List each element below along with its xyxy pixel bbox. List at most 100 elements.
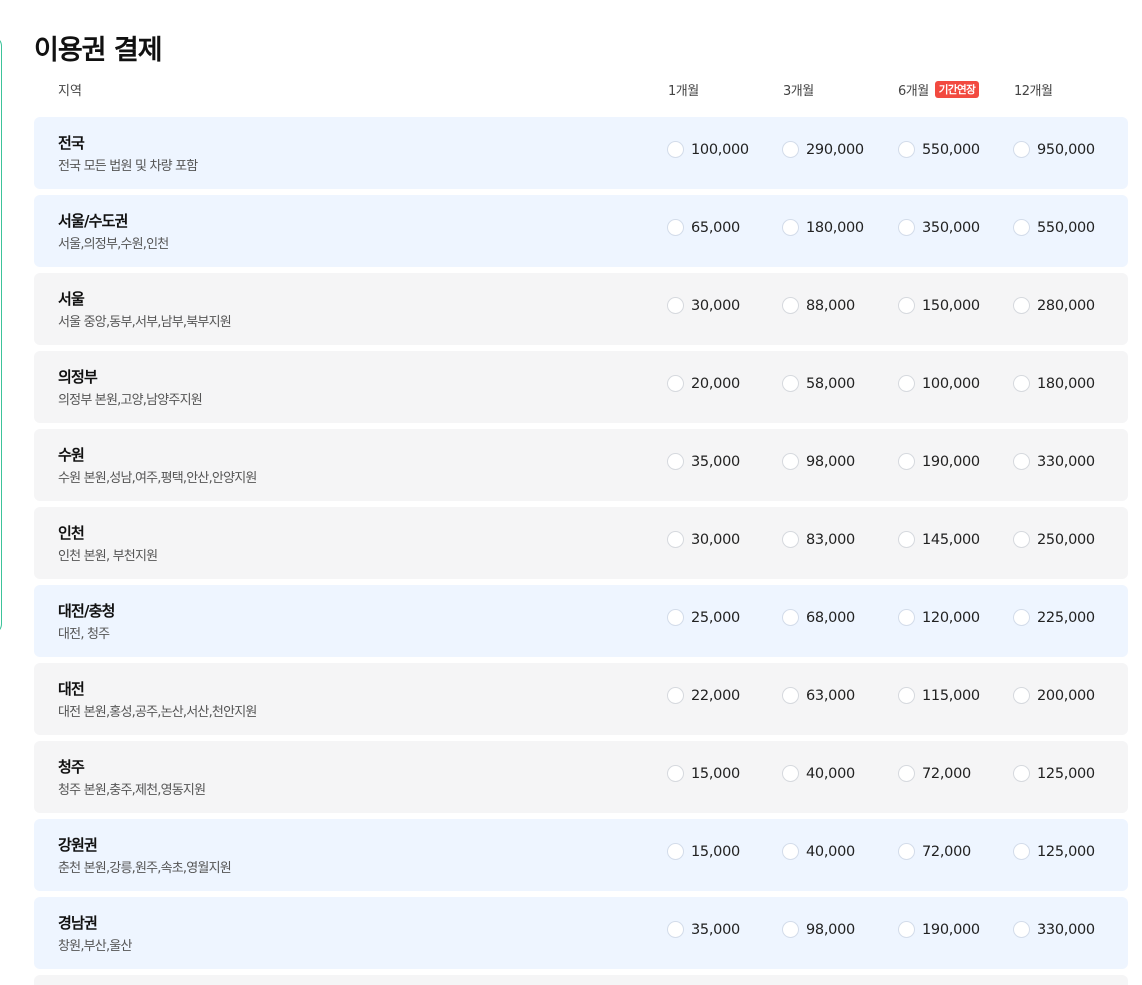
radio-button[interactable] [898,609,915,626]
radio-button[interactable] [1013,843,1030,860]
price-option-3-month[interactable]: 40,000 [782,765,855,782]
price-option-3-month[interactable]: 40,000 [782,843,855,860]
price-option-6-month[interactable]: 72,000 [898,765,971,782]
price-option-1-month[interactable]: 20,000 [667,375,740,392]
radio-button[interactable] [782,453,799,470]
radio-button[interactable] [898,219,915,236]
radio-button[interactable] [1013,531,1030,548]
radio-button[interactable] [1013,141,1030,158]
price-option-1-month[interactable]: 30,000 [667,531,740,548]
radio-button[interactable] [898,531,915,548]
radio-button[interactable] [898,297,915,314]
radio-button[interactable] [667,453,684,470]
price-option-6-month[interactable]: 100,000 [898,375,980,392]
price-option-3-month[interactable]: 98,000 [782,921,855,938]
price-option-6-month[interactable]: 150,000 [898,297,980,314]
radio-button[interactable] [1013,453,1030,470]
region-description: 대전 본원,홍성,공주,논산,서산,천안지원 [58,705,257,720]
price-option-1-month[interactable]: 25,000 [667,609,740,626]
price-option-3-month[interactable]: 98,000 [782,453,855,470]
radio-button[interactable] [782,843,799,860]
price-option-12-month[interactable]: 180,000 [1013,375,1095,392]
price-option-1-month[interactable]: 15,000 [667,765,740,782]
radio-button[interactable] [667,921,684,938]
radio-button[interactable] [782,609,799,626]
price-value: 20,000 [691,375,740,392]
price-option-1-month[interactable]: 35,000 [667,921,740,938]
radio-button[interactable] [667,609,684,626]
radio-button[interactable] [667,687,684,704]
price-option-3-month[interactable]: 88,000 [782,297,855,314]
radio-button[interactable] [898,375,915,392]
price-value: 350,000 [922,219,980,236]
price-option-12-month[interactable]: 225,000 [1013,609,1095,626]
radio-button[interactable] [898,843,915,860]
price-option-6-month[interactable]: 350,000 [898,219,980,236]
radio-button[interactable] [667,297,684,314]
radio-button[interactable] [667,531,684,548]
price-option-12-month[interactable]: 330,000 [1013,453,1095,470]
radio-button[interactable] [782,219,799,236]
radio-button[interactable] [667,219,684,236]
radio-button[interactable] [782,375,799,392]
table-row: 대전 대전 본원,홍성,공주,논산,서산,천안지원 22,000 63,000 115,… [34,663,1128,735]
price-option-3-month[interactable]: 83,000 [782,531,855,548]
price-option-12-month[interactable]: 330,000 [1013,921,1095,938]
radio-button[interactable] [782,687,799,704]
radio-button[interactable] [1013,609,1030,626]
radio-button[interactable] [1013,375,1030,392]
price-option-12-month[interactable]: 200,000 [1013,687,1095,704]
price-value: 30,000 [691,297,740,314]
region-description: 대전, 청주 [58,627,110,642]
radio-button[interactable] [1013,297,1030,314]
price-option-12-month[interactable]: 950,000 [1013,141,1095,158]
radio-button[interactable] [898,687,915,704]
price-option-12-month[interactable]: 125,000 [1013,843,1095,860]
price-value: 190,000 [922,453,980,470]
radio-button[interactable] [667,375,684,392]
price-option-12-month[interactable]: 125,000 [1013,765,1095,782]
price-option-3-month[interactable]: 68,000 [782,609,855,626]
price-option-12-month[interactable]: 550,000 [1013,219,1095,236]
price-option-6-month[interactable]: 120,000 [898,609,980,626]
price-option-6-month[interactable]: 72,000 [898,843,971,860]
price-option-1-month[interactable]: 35,000 [667,453,740,470]
price-option-12-month[interactable]: 250,000 [1013,531,1095,548]
price-value: 72,000 [922,765,971,782]
radio-button[interactable] [898,141,915,158]
price-option-12-month[interactable]: 280,000 [1013,297,1095,314]
radio-button[interactable] [782,297,799,314]
radio-button[interactable] [782,531,799,548]
price-option-6-month[interactable]: 145,000 [898,531,980,548]
price-value: 22,000 [691,687,740,704]
price-option-6-month[interactable]: 115,000 [898,687,980,704]
price-option-6-month[interactable]: 550,000 [898,141,980,158]
price-option-1-month[interactable]: 22,000 [667,687,740,704]
price-option-6-month[interactable]: 190,000 [898,921,980,938]
radio-button[interactable] [667,141,684,158]
radio-button[interactable] [898,765,915,782]
radio-button[interactable] [898,921,915,938]
radio-button[interactable] [1013,687,1030,704]
price-option-3-month[interactable]: 180,000 [782,219,864,236]
price-option-3-month[interactable]: 58,000 [782,375,855,392]
radio-button[interactable] [782,141,799,158]
radio-button[interactable] [782,765,799,782]
radio-button[interactable] [1013,921,1030,938]
price-value: 15,000 [691,843,740,860]
price-option-1-month[interactable]: 100,000 [667,141,749,158]
price-option-3-month[interactable]: 63,000 [782,687,855,704]
price-value: 25,000 [691,609,740,626]
price-option-6-month[interactable]: 190,000 [898,453,980,470]
radio-button[interactable] [782,921,799,938]
price-option-3-month[interactable]: 290,000 [782,141,864,158]
radio-button[interactable] [898,453,915,470]
price-option-1-month[interactable]: 65,000 [667,219,740,236]
radio-button[interactable] [667,843,684,860]
radio-button[interactable] [1013,219,1030,236]
radio-button[interactable] [1013,765,1030,782]
radio-button[interactable] [667,765,684,782]
table-row: 의정부 의정부 본원,고양,남양주지원 20,000 58,000 100,000 180… [34,351,1128,423]
price-option-1-month[interactable]: 15,000 [667,843,740,860]
price-option-1-month[interactable]: 30,000 [667,297,740,314]
